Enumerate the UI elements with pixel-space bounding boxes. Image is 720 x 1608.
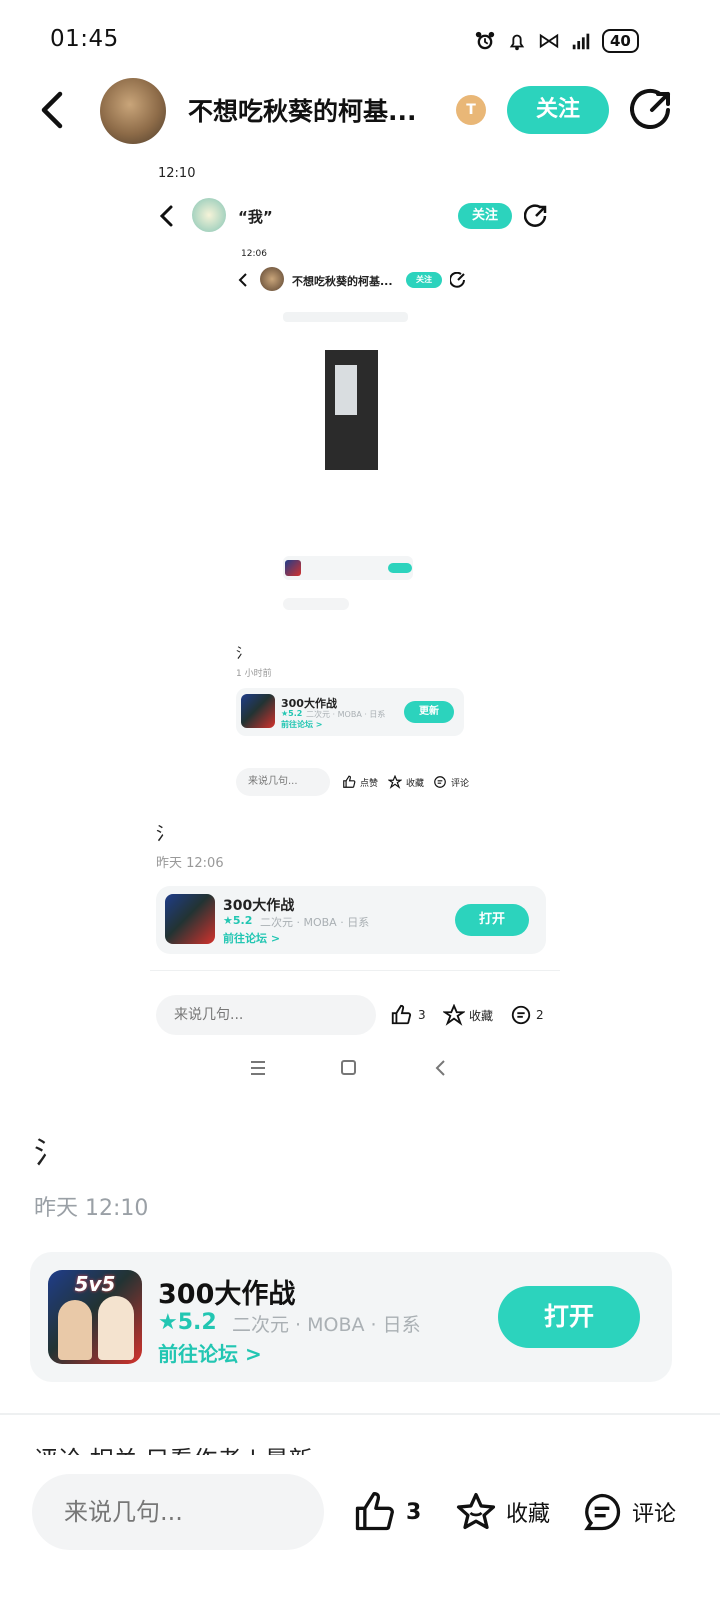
embed1-comment: 2 bbox=[510, 1004, 544, 1026]
app-icon[interactable]: 5v5 bbox=[48, 1270, 142, 1364]
embed2-app-icon bbox=[241, 694, 275, 728]
app-rating: ★5.2 bbox=[158, 1310, 217, 1335]
embed2-like-label: 点赞 bbox=[360, 778, 379, 789]
embed2-glyph: 氵 bbox=[236, 646, 250, 662]
embed1-share-icon bbox=[524, 204, 547, 227]
notification-icon bbox=[509, 34, 525, 51]
embed1-comment-icon bbox=[511, 1005, 531, 1025]
alarm-icon bbox=[475, 31, 495, 50]
embed1-back-icon bbox=[159, 205, 173, 227]
embed1-app-icon bbox=[165, 894, 215, 944]
like-count: 3 bbox=[406, 1499, 422, 1525]
app-icon-figure-left bbox=[58, 1300, 92, 1360]
embed2-update-button: 更新 bbox=[404, 701, 454, 723]
embed1-like: 3 bbox=[390, 1004, 426, 1026]
embed1-open-button: 打开 bbox=[455, 904, 529, 936]
embed1-like-icon bbox=[391, 1004, 412, 1025]
like-button[interactable]: 3 bbox=[352, 1490, 421, 1534]
share-icon[interactable] bbox=[630, 88, 674, 132]
embed2-date: 1 小时前 bbox=[236, 669, 272, 679]
comment-icon bbox=[584, 1493, 621, 1531]
thumbs-up-icon bbox=[355, 1492, 394, 1531]
back-icon[interactable] bbox=[30, 86, 78, 134]
forum-link[interactable]: 前往论坛 > bbox=[158, 1338, 262, 1367]
embed1-comment-count: 2 bbox=[536, 1008, 544, 1022]
embed2-avatar bbox=[260, 267, 284, 291]
embed2-star-icon bbox=[388, 775, 402, 789]
follow-button[interactable]: 关注 bbox=[507, 86, 609, 134]
embed1-forum-link: 前往论坛 > bbox=[223, 932, 281, 945]
embed2-collect-label: 收藏 bbox=[406, 778, 425, 789]
divider bbox=[0, 1413, 720, 1415]
embed1-app-name: 300大作战 bbox=[223, 898, 295, 914]
embed2-follow-button: 关注 bbox=[406, 272, 442, 288]
embed1-collect-label: 收藏 bbox=[469, 1008, 494, 1023]
battery-icon: 40 bbox=[602, 29, 639, 53]
embed1-glyph: 氵 bbox=[156, 824, 174, 845]
embed2-share-icon bbox=[450, 272, 465, 288]
embed1-divider bbox=[150, 970, 560, 971]
signal-4g-icon bbox=[572, 33, 590, 50]
embed2-forum-link: 前往论坛 > bbox=[281, 720, 323, 729]
embed2-title: 不想吃秋葵的柯基... bbox=[292, 275, 393, 288]
embed1-avatar bbox=[192, 198, 226, 232]
star-icon bbox=[456, 1492, 496, 1530]
comment-input[interactable]: 来说几句... bbox=[32, 1474, 324, 1550]
embed1-app-meta: 二次元 · MOBA · 日系 bbox=[260, 916, 370, 929]
embed2-comment-icon bbox=[434, 776, 446, 788]
collect-button[interactable]: 收藏 bbox=[454, 1490, 550, 1534]
embed2-comment-input: 来说几句... bbox=[236, 768, 330, 796]
collect-label: 收藏 bbox=[506, 1502, 551, 1527]
embed1-nav-bar bbox=[251, 1060, 445, 1076]
avatar[interactable] bbox=[100, 78, 166, 144]
comment-button[interactable]: 评论 bbox=[580, 1490, 676, 1534]
post-date: 昨天 12:10 bbox=[34, 1196, 149, 1221]
embed1-like-count: 3 bbox=[418, 1008, 426, 1022]
embed2-comment-label: 评论 bbox=[451, 778, 470, 789]
deep-header-bar bbox=[283, 312, 408, 322]
page-title: 不想吃秋葵的柯基... bbox=[188, 97, 417, 126]
embed1-date: 昨天 12:06 bbox=[156, 856, 224, 871]
embed1-star-icon bbox=[443, 1004, 465, 1026]
embed1-app-rating: ★5.2 bbox=[223, 914, 253, 927]
comment-label: 评论 bbox=[632, 1502, 677, 1527]
bow-icon bbox=[539, 33, 559, 49]
embed1-comment-input: 来说几句... bbox=[156, 995, 376, 1035]
deep-dark-card bbox=[335, 365, 357, 415]
post-text: 氵 bbox=[34, 1136, 64, 1171]
app-tags: 二次元 · MOBA · 日系 bbox=[232, 1314, 421, 1336]
embed1-follow-button: 关注 bbox=[458, 203, 512, 229]
embed2-comment: 评论 bbox=[433, 775, 469, 789]
embed2-like-icon bbox=[343, 775, 356, 788]
embed1-time: 12:10 bbox=[158, 166, 196, 181]
level-badge: T bbox=[456, 95, 486, 125]
embed2-app-rating: ★5.2 bbox=[281, 709, 303, 718]
embed2-collect: 收藏 bbox=[388, 775, 424, 789]
deep-app-icon bbox=[285, 560, 301, 576]
embed2-time: 12:06 bbox=[241, 249, 267, 259]
status-time: 01:45 bbox=[50, 26, 119, 52]
deep-open-button bbox=[388, 563, 412, 573]
app-name: 300大作战 bbox=[158, 1279, 296, 1310]
embed2-like: 点赞 bbox=[342, 775, 378, 789]
embed2-back-icon bbox=[238, 273, 247, 287]
deep-input bbox=[283, 598, 349, 610]
embed1-collect: 收藏 bbox=[443, 1004, 493, 1026]
open-app-button[interactable]: 打开 bbox=[498, 1286, 640, 1348]
app-icon-figure-right bbox=[98, 1296, 134, 1360]
app-icon-tag: 5v5 bbox=[74, 1272, 116, 1296]
status-icons: 40 bbox=[474, 26, 664, 56]
embed1-title: “我” bbox=[238, 208, 273, 226]
